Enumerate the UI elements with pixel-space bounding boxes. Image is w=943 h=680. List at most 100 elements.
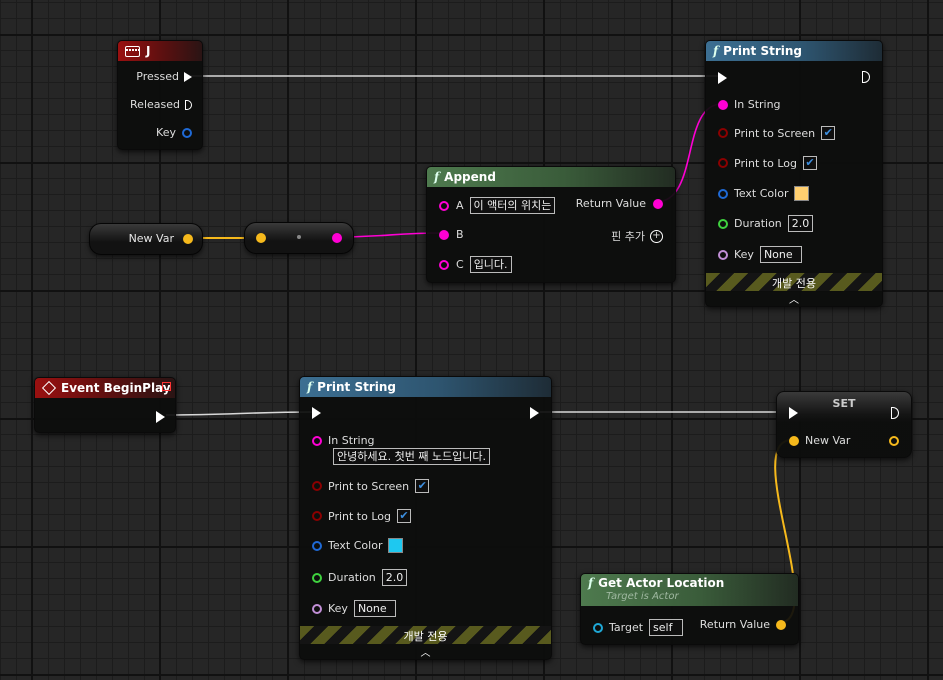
- duration-pin[interactable]: Duration 2.0: [312, 569, 408, 586]
- print-to-screen-checkbox[interactable]: ✔: [821, 126, 836, 140]
- object-pin-icon[interactable]: [593, 622, 603, 633]
- vector-pin-icon[interactable]: [183, 234, 193, 244]
- vector-to-string-conversion-node[interactable]: [244, 222, 354, 254]
- key-pin[interactable]: Key None: [312, 600, 396, 617]
- append-a-pin[interactable]: A 이 액터의 위치는: [439, 197, 556, 214]
- new-var-input-pin[interactable]: New Var: [789, 434, 850, 447]
- text-color-swatch[interactable]: [794, 186, 810, 201]
- boolean-pin-icon[interactable]: [718, 128, 728, 138]
- exec-pin-empty-icon[interactable]: [185, 99, 192, 110]
- add-circle-icon[interactable]: +: [650, 229, 663, 243]
- event-begin-play-node[interactable]: Event BeginPlay: [34, 377, 176, 433]
- function-icon: f: [588, 576, 594, 590]
- exec-pin-filled-icon[interactable]: [184, 71, 192, 82]
- print-string-node-top[interactable]: f Print String In String Print to Screen …: [705, 40, 883, 307]
- node-subtitle: Target is Actor: [606, 591, 679, 602]
- pressed-pin[interactable]: Pressed: [136, 70, 192, 83]
- float-pin-icon[interactable]: [312, 572, 322, 583]
- vector-pin-icon[interactable]: [776, 619, 786, 630]
- print-to-log-pin[interactable]: Print to Log ✔: [718, 156, 817, 170]
- exec-in-pin-icon[interactable]: [789, 407, 798, 419]
- float-pin-icon[interactable]: [718, 218, 728, 229]
- released-pin[interactable]: Released: [130, 98, 192, 111]
- boolean-pin-icon[interactable]: [312, 511, 322, 521]
- append-node[interactable]: f Append A 이 액터의 위치는 B C 입니다. Return Valu…: [426, 166, 676, 283]
- exec-in-pin-icon[interactable]: [312, 407, 321, 419]
- append-b-pin[interactable]: B: [439, 228, 464, 241]
- text-color-pin[interactable]: Text Color: [718, 186, 810, 201]
- string-pin-icon[interactable]: [718, 99, 728, 110]
- print-to-screen-pin[interactable]: Print to Screen ✔: [718, 126, 836, 140]
- expand-caret-icon[interactable]: ︿: [706, 291, 882, 306]
- location-return-pin[interactable]: Return Value: [700, 618, 786, 631]
- exec-out-pin-icon[interactable]: [530, 407, 539, 419]
- node-title: J: [146, 44, 151, 58]
- print-to-log-checkbox[interactable]: ✔: [803, 156, 817, 170]
- expand-caret-icon[interactable]: ︿: [300, 644, 551, 659]
- node-header: f Append: [427, 167, 675, 187]
- key-input[interactable]: None: [353, 600, 396, 617]
- target-input[interactable]: self: [649, 619, 684, 636]
- get-actor-location-node[interactable]: f Get Actor Location Target is Actor Targ…: [580, 573, 799, 645]
- conversion-dot-icon: [297, 235, 301, 239]
- pin-label: Print to Screen: [734, 126, 816, 140]
- input-key-j-node[interactable]: J Pressed Released Key: [117, 40, 203, 150]
- vector-pin-icon[interactable]: [789, 435, 799, 446]
- key-pin-icon[interactable]: [182, 127, 192, 138]
- exec-in-pin-icon[interactable]: [718, 72, 727, 84]
- print-string-node-bottom[interactable]: f Print String In String 안녕하세요. 첫번 째 노드입니…: [299, 376, 552, 660]
- delegate-pin-icon[interactable]: [162, 382, 171, 391]
- pin-label: Return Value: [575, 197, 646, 210]
- pin-label: Return Value: [699, 618, 770, 631]
- string-pin-icon[interactable]: [439, 259, 449, 270]
- print-to-log-pin[interactable]: Print to Log ✔: [312, 509, 411, 523]
- append-return-pin[interactable]: Return Value: [576, 197, 663, 210]
- text-color-swatch[interactable]: [388, 538, 404, 553]
- boolean-pin-icon[interactable]: [718, 158, 728, 168]
- name-pin-icon[interactable]: [718, 249, 728, 260]
- linear-color-pin-icon[interactable]: [312, 540, 322, 551]
- vector-pin-icon[interactable]: [256, 233, 266, 243]
- in-string-pin[interactable]: In String: [718, 98, 781, 111]
- append-c-input[interactable]: 입니다.: [469, 256, 512, 273]
- node-title: Event BeginPlay: [61, 381, 171, 395]
- exec-out-pin-icon[interactable]: [156, 411, 165, 423]
- key-input[interactable]: None: [759, 246, 802, 263]
- string-pin-icon[interactable]: [312, 435, 322, 446]
- name-pin-icon[interactable]: [312, 603, 322, 614]
- node-header: f Get Actor Location Target is Actor: [581, 574, 798, 606]
- string-pin-icon[interactable]: [439, 200, 449, 211]
- string-pin-icon[interactable]: [653, 198, 663, 209]
- boolean-pin-icon[interactable]: [312, 481, 322, 491]
- print-to-screen-pin[interactable]: Print to Screen ✔: [312, 479, 430, 493]
- duration-pin[interactable]: Duration 2.0: [718, 215, 814, 232]
- vector-out-pin-icon[interactable]: [889, 436, 899, 446]
- exec-out-pin-icon[interactable]: [862, 71, 870, 83]
- linear-color-pin-icon[interactable]: [718, 188, 728, 199]
- function-icon: f: [713, 44, 719, 58]
- keyboard-icon: [125, 45, 140, 57]
- key-pin[interactable]: Key: [156, 126, 192, 139]
- add-pin-button[interactable]: 핀 추가 +: [611, 228, 663, 244]
- key-pin[interactable]: Key None: [718, 246, 802, 263]
- append-c-pin[interactable]: C 입니다.: [439, 256, 512, 273]
- exec-out-pin-icon[interactable]: [891, 407, 899, 419]
- append-a-input[interactable]: 이 액터의 위치는: [469, 197, 556, 214]
- duration-input[interactable]: 2.0: [787, 215, 814, 232]
- text-color-pin[interactable]: Text Color: [312, 538, 404, 553]
- pin-label: B: [456, 228, 464, 241]
- in-string-input[interactable]: 안녕하세요. 첫번 째 노드입니다.: [333, 448, 491, 465]
- new-var-get-node[interactable]: New Var: [89, 223, 203, 255]
- set-variable-node[interactable]: SET New Var: [776, 391, 912, 458]
- string-pin-icon[interactable]: [332, 233, 342, 243]
- pin-label: Print to Log: [734, 156, 797, 170]
- target-pin[interactable]: Target self: [593, 619, 684, 636]
- pin-label: Key: [328, 602, 348, 615]
- duration-input[interactable]: 2.0: [381, 569, 408, 586]
- pin-label: In String: [328, 434, 375, 447]
- in-string-pin[interactable]: In String: [312, 434, 375, 447]
- print-to-screen-checkbox[interactable]: ✔: [415, 479, 430, 493]
- node-title: Get Actor Location: [598, 576, 725, 590]
- string-pin-icon[interactable]: [439, 229, 449, 240]
- print-to-log-checkbox[interactable]: ✔: [397, 509, 411, 523]
